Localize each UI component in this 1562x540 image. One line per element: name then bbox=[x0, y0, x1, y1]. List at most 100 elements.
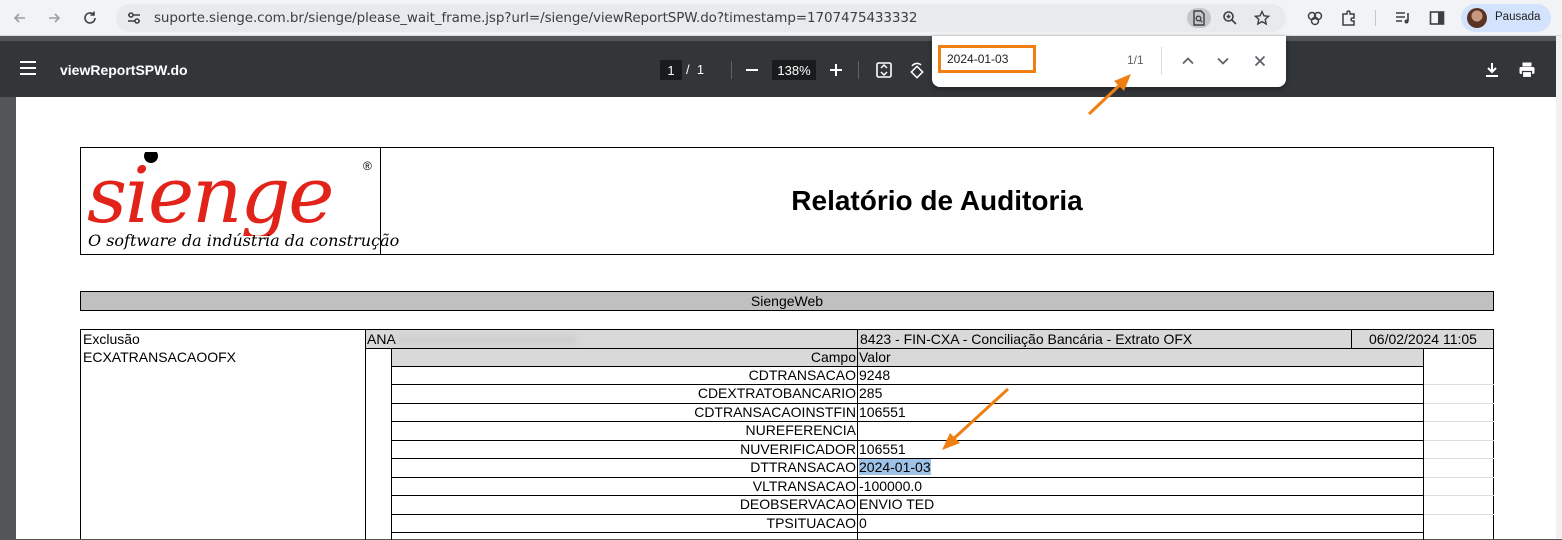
rotate-icon bbox=[910, 62, 924, 79]
star-icon bbox=[1254, 10, 1270, 26]
search-match-value: 2024-01-03 bbox=[859, 459, 931, 475]
print-icon bbox=[1519, 62, 1535, 79]
field-value: ENVIO TED bbox=[859, 496, 935, 512]
page-total: 1 bbox=[696, 62, 705, 77]
extension-cloud-icon bbox=[1307, 11, 1323, 26]
chevron-down-icon bbox=[1217, 57, 1229, 65]
scrollbar[interactable] bbox=[1556, 36, 1562, 539]
col-line bbox=[857, 330, 858, 348]
field-name: CDTRANSACAOINSTFIN bbox=[694, 404, 856, 420]
extensions-button[interactable] bbox=[1338, 7, 1360, 29]
toolbar-divider bbox=[1375, 10, 1376, 26]
col-line bbox=[857, 349, 858, 540]
field-name: TPSITUACAO bbox=[766, 515, 856, 531]
page-separator: / bbox=[686, 62, 690, 77]
arrow-left-icon bbox=[13, 13, 25, 23]
zoom-input[interactable]: 138% bbox=[772, 60, 816, 80]
column-header-campo: Campo bbox=[810, 349, 856, 365]
field-name: DEOBSERVACAO bbox=[739, 496, 856, 512]
avatar bbox=[1467, 8, 1487, 28]
row-line bbox=[1424, 477, 1494, 478]
url-text[interactable]: suporte.sienge.com.br/sienge/please_wait… bbox=[154, 10, 917, 26]
plus-icon bbox=[830, 64, 842, 76]
column-header-valor: Valor bbox=[859, 349, 891, 365]
zoom-out-button[interactable] bbox=[740, 58, 764, 82]
svg-text:®: ® bbox=[363, 159, 372, 173]
row-line bbox=[1424, 403, 1494, 404]
forward-button[interactable] bbox=[42, 6, 66, 30]
report-title: Relatório de Auditoria bbox=[791, 185, 1083, 216]
col-line bbox=[365, 330, 366, 540]
table-name: ECXATRANSACAOOFX bbox=[83, 349, 236, 365]
field-name: CDEXTRATOBANCARIO bbox=[697, 385, 856, 401]
module-name: 8423 - FIN-CXA - Conciliação Bancária - … bbox=[860, 331, 1193, 347]
field-value: 106551 bbox=[859, 441, 906, 457]
find-next-button[interactable] bbox=[1212, 50, 1234, 72]
field-value: 9248 bbox=[859, 367, 891, 383]
zoom-icon bbox=[1223, 11, 1237, 25]
pdf-viewer[interactable]: sienge ® O software da indústria da cons… bbox=[0, 97, 1556, 540]
rotate-button[interactable] bbox=[905, 58, 929, 82]
row-line bbox=[1424, 440, 1494, 441]
pdf-toolbar: viewReportSPW.do 1 / 1 138% bbox=[0, 41, 1556, 97]
media-control-button[interactable] bbox=[1392, 7, 1414, 29]
toolbar-divider bbox=[731, 61, 732, 79]
page-number-input[interactable]: 1 bbox=[660, 60, 682, 80]
side-panel-button[interactable] bbox=[1426, 7, 1448, 29]
row-line bbox=[1424, 384, 1494, 385]
back-button[interactable] bbox=[8, 6, 32, 30]
field-value: 285 bbox=[859, 385, 883, 401]
pdf-page: sienge ® O software da indústria da cons… bbox=[16, 97, 1556, 540]
reload-button[interactable] bbox=[78, 6, 102, 30]
side-panel-icon bbox=[1429, 11, 1445, 25]
extension-button[interactable] bbox=[1304, 7, 1326, 29]
field-value: 106551 bbox=[859, 404, 906, 420]
download-icon bbox=[1486, 63, 1498, 77]
minus-icon bbox=[746, 69, 758, 71]
toolbar-divider bbox=[858, 61, 859, 79]
field-value: -100000.0 bbox=[859, 478, 923, 494]
sienge-logo-wordmark: sienge ® bbox=[87, 152, 372, 236]
user-cell: ANA bbox=[365, 330, 857, 348]
document-title: viewReportSPW.do bbox=[60, 62, 188, 78]
svg-text:sienge: sienge bbox=[87, 152, 332, 236]
field-name: VLTRANSACAO bbox=[752, 478, 856, 494]
audit-datetime: 06/02/2024 11:05 bbox=[1369, 331, 1477, 347]
find-in-page-button[interactable] bbox=[1187, 8, 1211, 28]
print-button[interactable] bbox=[1515, 58, 1539, 82]
find-previous-button[interactable] bbox=[1177, 50, 1199, 72]
field-name: NUVERIFICADOR bbox=[740, 441, 856, 457]
site-settings-icon[interactable] bbox=[126, 10, 142, 26]
fit-to-page-button[interactable] bbox=[872, 58, 896, 82]
zoom-in-button[interactable] bbox=[824, 58, 848, 82]
row-line bbox=[1424, 495, 1494, 496]
redacted-user-name bbox=[397, 335, 577, 345]
field-name: CDTRANSACAO bbox=[748, 367, 856, 383]
field-name: DTTRANSACAO bbox=[750, 459, 856, 475]
col-line bbox=[1423, 349, 1424, 540]
address-bar[interactable]: suporte.sienge.com.br/sienge/please_wait… bbox=[116, 4, 1286, 32]
logo-tagline: O software da indústria da construção bbox=[88, 231, 400, 250]
col-line bbox=[1351, 330, 1352, 348]
row-line bbox=[391, 532, 1423, 533]
bookmark-button[interactable] bbox=[1251, 8, 1273, 28]
find-divider bbox=[1161, 47, 1162, 75]
download-button[interactable] bbox=[1480, 58, 1504, 82]
find-input[interactable]: 2024-01-03 bbox=[938, 45, 1036, 73]
zoom-button[interactable] bbox=[1219, 8, 1241, 28]
menu-icon[interactable] bbox=[18, 60, 38, 76]
find-bar: 2024-01-03 1/1 bbox=[932, 36, 1286, 87]
field-value: 0 bbox=[859, 515, 867, 531]
puzzle-icon bbox=[1342, 10, 1355, 26]
close-icon bbox=[1254, 55, 1266, 67]
find-match-count: 1/1 bbox=[1127, 53, 1144, 67]
profile-label: Pausada bbox=[1495, 11, 1541, 23]
find-in-page-icon bbox=[1193, 10, 1205, 26]
reload-icon bbox=[84, 11, 96, 24]
sienge-logo: sienge ® O software da indústria da cons… bbox=[81, 148, 399, 254]
profile-button[interactable]: Pausada bbox=[1461, 4, 1551, 32]
arrow-right-icon bbox=[49, 13, 61, 23]
find-close-button[interactable] bbox=[1249, 50, 1271, 72]
operation-label: Exclusão bbox=[83, 331, 140, 347]
chevron-up-icon bbox=[1182, 57, 1194, 65]
